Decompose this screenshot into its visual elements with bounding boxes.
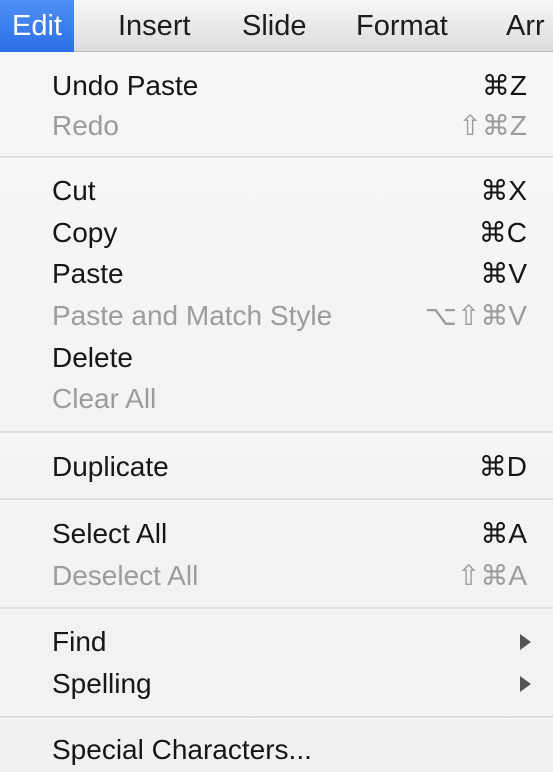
shortcut-label: ⌘C	[478, 217, 527, 248]
menu-separator	[0, 156, 553, 159]
menu-item-find[interactable]: Find	[0, 621, 553, 663]
menu-item-select-all[interactable]: Select All ⌘A	[0, 513, 553, 555]
menu-item-label: Copy	[52, 217, 118, 248]
menu-separator	[0, 716, 553, 719]
menu-slide[interactable]: Slide	[242, 0, 307, 52]
menu-item-label: Select All	[52, 518, 168, 549]
menu-item-clear-all: Clear All	[0, 378, 553, 420]
menu-item-label: Delete	[52, 342, 133, 373]
edit-dropdown-menu: Undo Paste ⌘Z Redo ⇧⌘Z Cut ⌘X Copy ⌘C Pa…	[0, 52, 553, 772]
menu-item-delete[interactable]: Delete	[0, 337, 553, 379]
menu-item-label: Duplicate	[52, 451, 169, 482]
menu-insert[interactable]: Insert	[118, 0, 191, 52]
menu-item-label: Cut	[52, 175, 96, 206]
screen: Edit Insert Slide Format Arr Undo Paste …	[0, 0, 553, 772]
menu-item-label: Undo Paste	[52, 70, 199, 101]
menu-item-deselect-all: Deselect All ⇧⌘A	[0, 555, 553, 597]
shortcut-label: ⌥⇧⌘V	[424, 300, 527, 331]
menu-item-label: Redo	[52, 110, 119, 141]
shortcut-label: ⌘Z	[481, 70, 527, 101]
menu-edit[interactable]: Edit	[0, 0, 74, 52]
menu-item-label: Deselect All	[52, 560, 199, 591]
menu-item-special-characters[interactable]: Special Characters...	[0, 729, 553, 771]
shortcut-label: ⌘X	[480, 175, 527, 206]
shortcut-label: ⇧⌘A	[456, 560, 527, 591]
shortcut-label: ⌘A	[480, 518, 527, 549]
menu-item-label: Find	[52, 626, 107, 657]
menu-item-duplicate[interactable]: Duplicate ⌘D	[0, 446, 553, 488]
chevron-right-icon	[520, 634, 531, 650]
menu-format[interactable]: Format	[356, 0, 448, 52]
menu-item-label: Spelling	[52, 668, 152, 699]
menu-separator	[0, 431, 553, 434]
menu-item-spelling[interactable]: Spelling	[0, 663, 553, 705]
menu-item-redo: Redo ⇧⌘Z	[0, 105, 553, 147]
shortcut-label: ⌘D	[478, 451, 527, 482]
menu-separator	[0, 607, 553, 610]
menu-item-label: Paste and Match Style	[52, 300, 333, 331]
menu-separator	[0, 498, 553, 501]
menu-item-label: Clear All	[52, 383, 157, 414]
menu-item-copy[interactable]: Copy ⌘C	[0, 212, 553, 254]
menu-item-paste[interactable]: Paste ⌘V	[0, 253, 553, 295]
shortcut-label: ⌘V	[480, 258, 527, 289]
menu-item-label: Special Characters...	[52, 734, 312, 765]
menu-item-undo-paste[interactable]: Undo Paste ⌘Z	[0, 65, 553, 107]
chevron-right-icon	[520, 676, 531, 692]
menu-bar: Edit Insert Slide Format Arr	[0, 0, 553, 52]
menu-item-paste-and-match-style: Paste and Match Style ⌥⇧⌘V	[0, 295, 553, 337]
menu-arrange[interactable]: Arr	[506, 0, 545, 52]
shortcut-label: ⇧⌘Z	[458, 110, 527, 141]
menu-item-label: Paste	[52, 258, 124, 289]
menu-item-cut[interactable]: Cut ⌘X	[0, 170, 553, 212]
